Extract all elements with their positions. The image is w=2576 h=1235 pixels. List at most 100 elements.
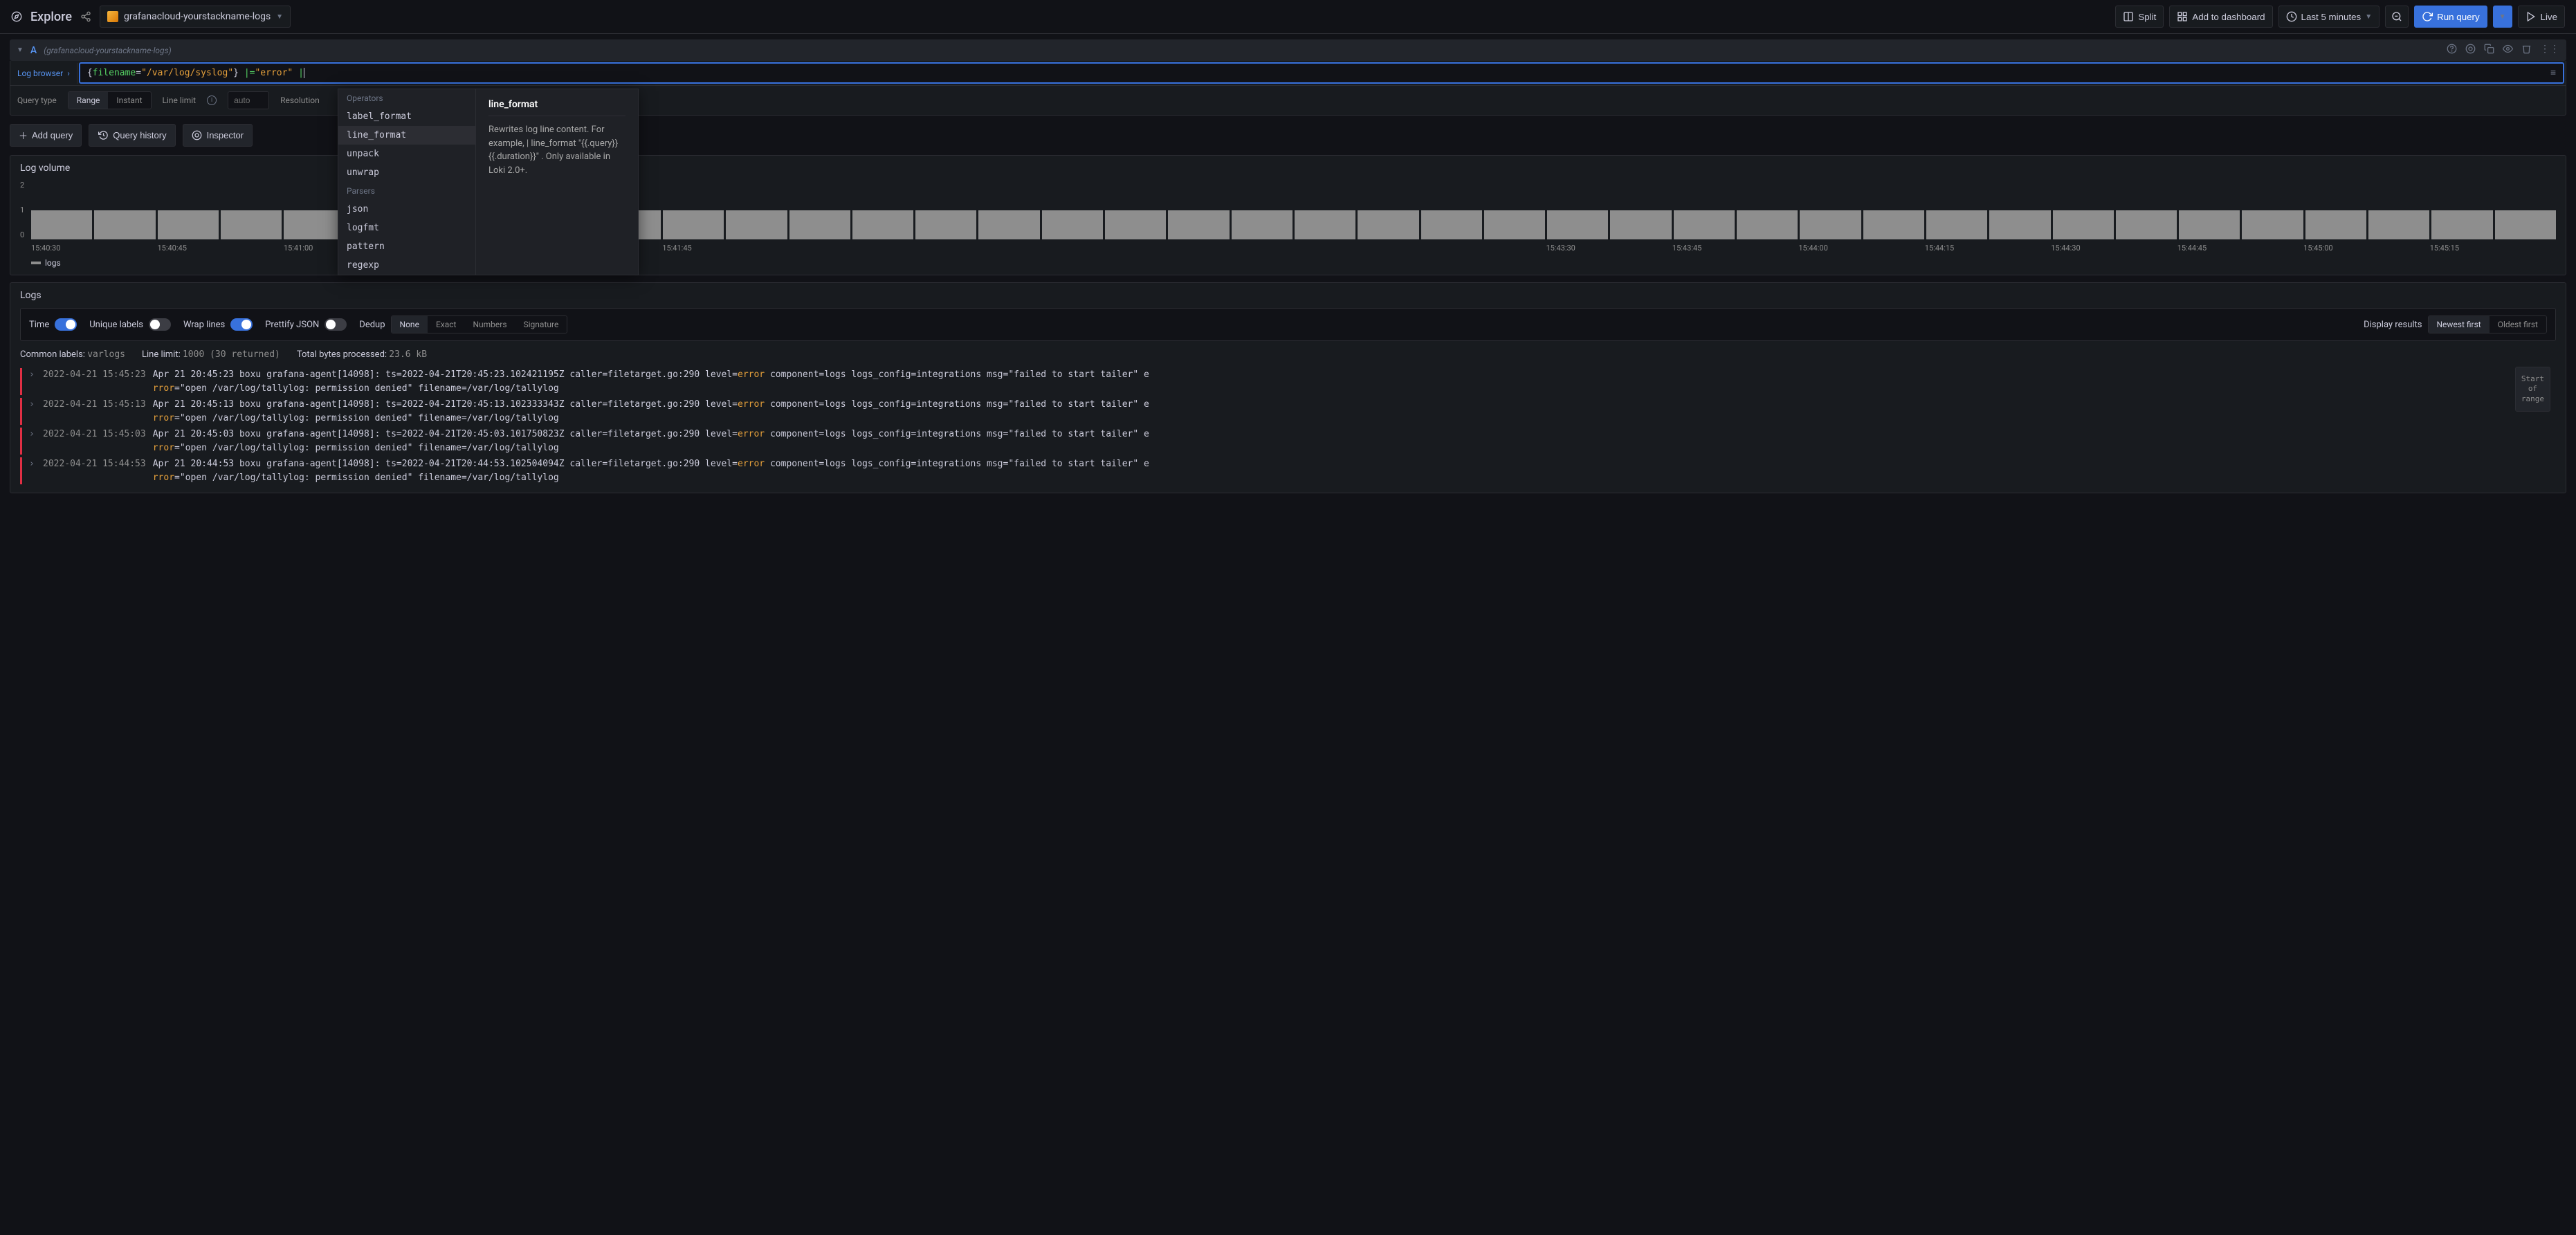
bytes-value: 23.6 kB — [389, 349, 427, 360]
bar[interactable] — [94, 210, 155, 240]
bar[interactable] — [978, 210, 1039, 240]
bar[interactable] — [1042, 210, 1103, 240]
loki-icon — [107, 11, 118, 22]
help-icon[interactable] — [2447, 44, 2457, 57]
bar[interactable] — [1547, 210, 1608, 240]
bar[interactable] — [2242, 210, 2303, 240]
range-badge: Start of range — [2515, 367, 2550, 412]
bar[interactable] — [2495, 210, 2556, 240]
ac-item[interactable]: pattern — [338, 237, 475, 256]
trash-icon[interactable] — [2521, 44, 2532, 57]
bar[interactable] — [158, 210, 219, 240]
dedup-label: Dedup — [359, 320, 385, 330]
x-tick: 15:45:15 — [2430, 244, 2556, 253]
ac-item[interactable]: label_format — [338, 107, 475, 126]
drag-icon[interactable]: ⋮⋮ — [2540, 44, 2559, 57]
bar[interactable] — [789, 210, 850, 240]
x-tick: 15:44:30 — [2051, 244, 2177, 253]
collapse-icon[interactable]: ▼ — [17, 46, 24, 54]
copy-icon[interactable] — [2484, 44, 2494, 57]
log-line[interactable]: ›2022-04-21 15:45:23Apr 21 20:45:23 boxu… — [20, 367, 2556, 396]
bar[interactable] — [1232, 210, 1292, 240]
run-query-button[interactable]: Run query — [2414, 6, 2487, 28]
bar[interactable] — [1295, 210, 1355, 240]
add-query-button[interactable]: ＋Add query — [10, 124, 82, 147]
dedup-numbers[interactable]: Numbers — [464, 316, 515, 333]
bar[interactable] — [1989, 210, 2050, 240]
bar[interactable] — [663, 210, 724, 240]
editor-handle-icon[interactable]: ≡ — [2550, 68, 2556, 78]
dedup-exact[interactable]: Exact — [428, 316, 465, 333]
bar[interactable] — [1674, 210, 1735, 240]
line-limit-input[interactable] — [228, 91, 269, 109]
dedup-none[interactable]: None — [392, 316, 428, 333]
split-button[interactable]: Split — [2115, 6, 2164, 28]
ac-item[interactable]: json — [338, 200, 475, 219]
ac-item[interactable]: regexp — [338, 256, 475, 275]
bar[interactable] — [1926, 210, 1987, 240]
share-icon[interactable] — [80, 11, 91, 22]
bar[interactable] — [1421, 210, 1482, 240]
oldest-first[interactable]: Oldest first — [2490, 316, 2546, 333]
bar[interactable] — [1358, 210, 1418, 240]
bar[interactable] — [1863, 210, 1924, 240]
bar[interactable] — [2179, 210, 2240, 240]
info-icon[interactable]: i — [207, 95, 217, 105]
bar[interactable] — [31, 210, 92, 240]
bar[interactable] — [2116, 210, 2177, 240]
live-button[interactable]: Live — [2518, 6, 2565, 28]
log-line[interactable]: ›2022-04-21 15:45:13Apr 21 20:45:13 boxu… — [20, 396, 2556, 426]
query-history-button[interactable]: Query history — [89, 124, 175, 147]
range-option[interactable]: Range — [68, 92, 109, 109]
zoom-out-button[interactable] — [2385, 6, 2409, 28]
bar[interactable] — [1737, 210, 1798, 240]
bar[interactable] — [284, 210, 345, 240]
log-line[interactable]: ›2022-04-21 15:45:03Apr 21 20:45:03 boxu… — [20, 426, 2556, 456]
common-labels-label: Common labels: — [20, 349, 85, 360]
ac-item[interactable]: logfmt — [338, 219, 475, 237]
bytes-label: Total bytes processed: — [297, 349, 387, 360]
log-line[interactable]: ›2022-04-21 15:44:53Apr 21 20:44:53 boxu… — [20, 456, 2556, 486]
log-message: Apr 21 20:44:53 boxu grafana-agent[14098… — [153, 457, 1149, 484]
bar[interactable] — [915, 210, 976, 240]
instant-option[interactable]: Instant — [108, 92, 150, 109]
doc-title: line_format — [488, 99, 625, 116]
bar[interactable] — [2431, 210, 2492, 240]
add-to-dashboard-button[interactable]: Add to dashboard — [2169, 6, 2272, 28]
bar[interactable] — [2053, 210, 2114, 240]
bar[interactable] — [1800, 210, 1861, 240]
bar[interactable] — [1105, 210, 1166, 240]
expand-icon[interactable]: › — [29, 398, 36, 425]
bar[interactable] — [852, 210, 913, 240]
time-range-picker[interactable]: Last 5 minutes▼ — [2278, 6, 2380, 28]
bar[interactable] — [726, 210, 787, 240]
bar[interactable] — [2368, 210, 2429, 240]
datasource-picker[interactable]: grafanacloud-yourstackname-logs ▼ — [100, 6, 291, 28]
newest-first[interactable]: Newest first — [2429, 316, 2490, 333]
eye-icon[interactable] — [2503, 44, 2513, 57]
query-editor[interactable]: {filename="/var/log/syslog"} |="error" |… — [79, 62, 2564, 84]
inspector-button[interactable]: Inspector — [183, 124, 253, 147]
bar[interactable] — [1168, 210, 1229, 240]
wrap-lines-toggle[interactable] — [230, 318, 253, 331]
expand-icon[interactable]: › — [29, 368, 36, 395]
run-query-dropdown[interactable]: ▼ — [2493, 6, 2512, 28]
ac-item[interactable]: unpack — [338, 145, 475, 163]
unique-labels-toggle[interactable] — [149, 318, 171, 331]
resolution-label: Resolution — [280, 95, 320, 105]
expand-icon[interactable]: › — [29, 457, 36, 484]
bar[interactable] — [1610, 210, 1671, 240]
chevron-down-icon: ▼ — [2499, 13, 2506, 21]
bar[interactable] — [221, 210, 282, 240]
prettify-toggle[interactable] — [325, 318, 347, 331]
log-browser-button[interactable]: Log browser › — [10, 63, 77, 84]
ac-item[interactable]: line_format — [338, 126, 475, 145]
level-bar — [20, 398, 22, 425]
expand-icon[interactable]: › — [29, 428, 36, 455]
time-toggle[interactable] — [55, 318, 77, 331]
bar[interactable] — [2305, 210, 2366, 240]
bar[interactable] — [1484, 210, 1545, 240]
dedup-signature[interactable]: Signature — [515, 316, 567, 333]
query-stats-icon[interactable] — [2465, 44, 2476, 57]
ac-item[interactable]: unwrap — [338, 163, 475, 182]
